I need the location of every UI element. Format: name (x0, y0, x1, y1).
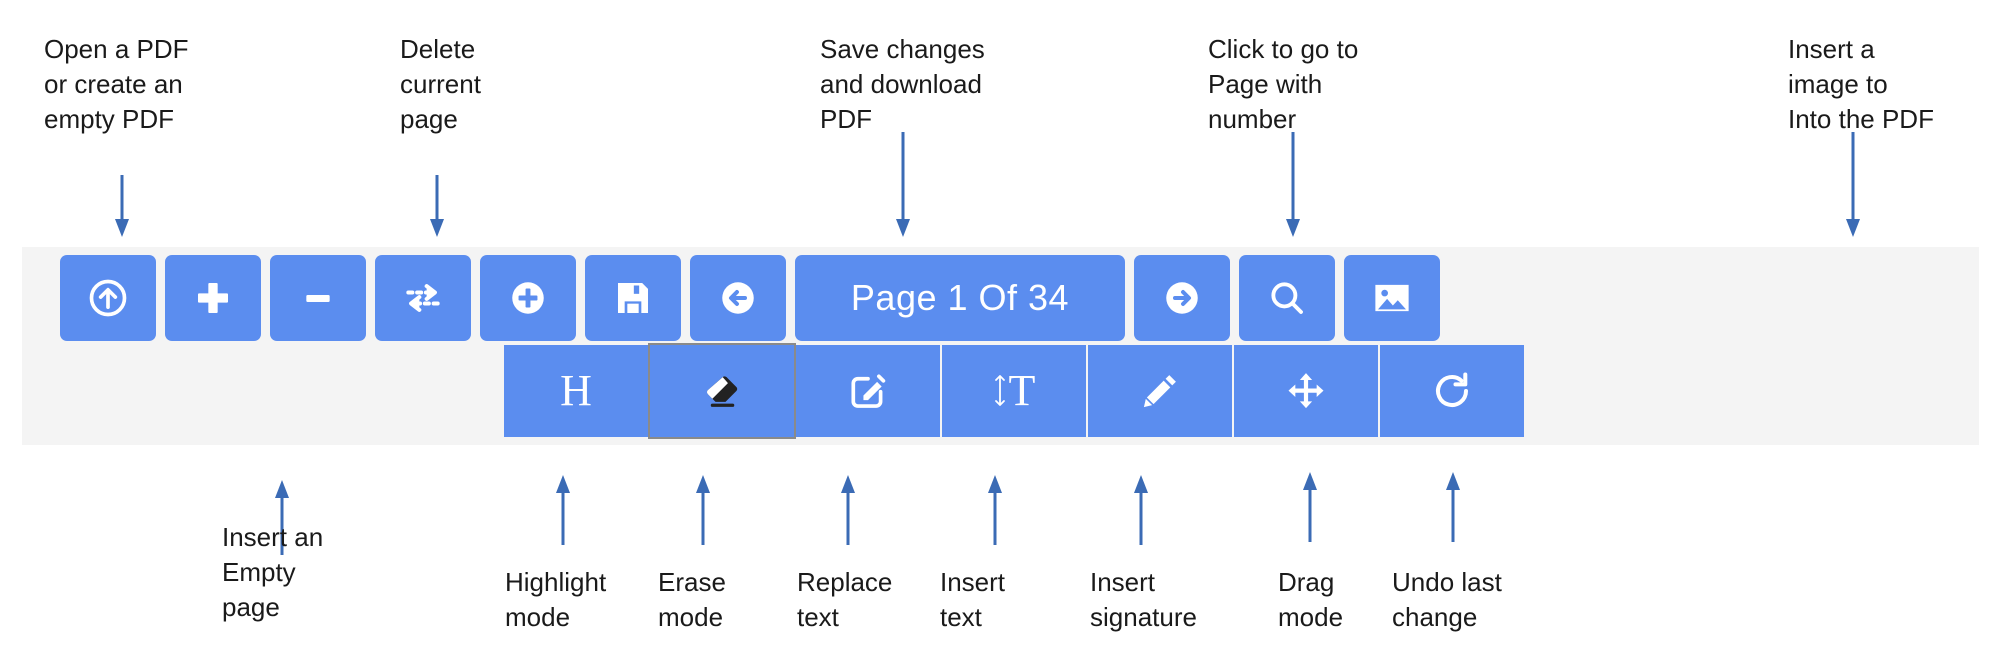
image-icon (1371, 277, 1413, 319)
arrow-down-insert-image (1843, 132, 1863, 240)
arrow-up-drag-mode (1300, 472, 1320, 542)
annotation-replace-text: Replace text (797, 567, 893, 632)
arrow-up-insert-signature (1131, 475, 1151, 545)
floppy-save-icon (613, 278, 653, 318)
arrow-down-save (893, 132, 913, 240)
annotation-drag-mode: Drag mode (1278, 567, 1344, 632)
annotation-insert-image: Insert a image to Into the PDF (1788, 34, 1934, 134)
insert-text-letter: T (1008, 366, 1036, 415)
arrow-up-undo-change (1443, 472, 1463, 542)
undo-change-button[interactable] (1380, 345, 1524, 437)
swap-pages-button[interactable] (375, 255, 471, 341)
annotation-highlight-mode: Highlight mode (505, 567, 607, 632)
save-download-button[interactable] (585, 255, 681, 341)
arrow-down-open-pdf (112, 175, 132, 240)
plus-circle-icon (507, 277, 549, 319)
refresh-undo-icon (1431, 370, 1473, 412)
insert-text-button[interactable]: T (942, 345, 1086, 437)
search-button[interactable] (1239, 255, 1335, 341)
insert-empty-page-button[interactable] (165, 255, 261, 341)
toolbar-row-primary: Page 1 Of 34 (22, 247, 1979, 341)
eraser-icon (699, 370, 745, 412)
upload-circle-icon (86, 276, 130, 320)
annotation-open-pdf: Open a PDF or create an empty PDF (44, 34, 189, 134)
arrow-down-page-number (1283, 132, 1303, 240)
annotation-insert-signature: Insert signature (1090, 567, 1197, 632)
letter-h-icon: H (560, 366, 592, 415)
annotation-save: Save changes and download PDF (820, 34, 985, 134)
exchange-arrows-icon (401, 276, 445, 320)
edit-square-icon (847, 370, 889, 412)
arrow-down-delete-page (427, 175, 447, 240)
drag-mode-button[interactable] (1234, 345, 1378, 437)
erase-mode-button[interactable] (648, 343, 796, 439)
replace-text-button[interactable] (796, 345, 940, 437)
arrow-up-erase-mode (693, 475, 713, 545)
magnifier-icon (1266, 277, 1308, 319)
plus-icon (193, 278, 233, 318)
pencil-icon (1139, 370, 1181, 412)
annotation-undo-change: Undo last change (1392, 567, 1502, 632)
insert-signature-button[interactable] (1088, 345, 1232, 437)
arrow-right-circle-icon (1161, 277, 1203, 319)
arrow-up-highlight-mode (553, 475, 573, 545)
insert-text-icon: T (993, 366, 1036, 415)
previous-page-button[interactable] (690, 255, 786, 341)
annotation-insert-text: Insert text (940, 567, 1006, 632)
annotation-insert-empty-page: Insert an Empty page (222, 522, 324, 622)
minus-icon (298, 278, 338, 318)
annotation-delete-page: Delete current page (400, 34, 481, 134)
arrow-up-replace-text (838, 475, 858, 545)
page-indicator-button[interactable]: Page 1 Of 34 (795, 255, 1125, 341)
delete-page-button[interactable] (270, 255, 366, 341)
next-page-button[interactable] (1134, 255, 1230, 341)
zoom-in-button[interactable] (480, 255, 576, 341)
highlight-mode-button[interactable]: H (504, 345, 648, 437)
toolbar-row-tools: H T (504, 341, 1979, 445)
arrow-left-circle-icon (717, 277, 759, 319)
annotation-page-number: Click to go to Page with number (1208, 34, 1359, 134)
pdf-editor-toolbar: Page 1 Of 34 H T (22, 247, 1979, 445)
annotation-erase-mode: Erase mode (658, 567, 726, 632)
move-arrows-icon (1285, 370, 1327, 412)
insert-image-button[interactable] (1344, 255, 1440, 341)
open-pdf-button[interactable] (60, 255, 156, 341)
page-indicator-label: Page 1 Of 34 (850, 277, 1070, 318)
arrow-up-insert-text (985, 475, 1005, 545)
